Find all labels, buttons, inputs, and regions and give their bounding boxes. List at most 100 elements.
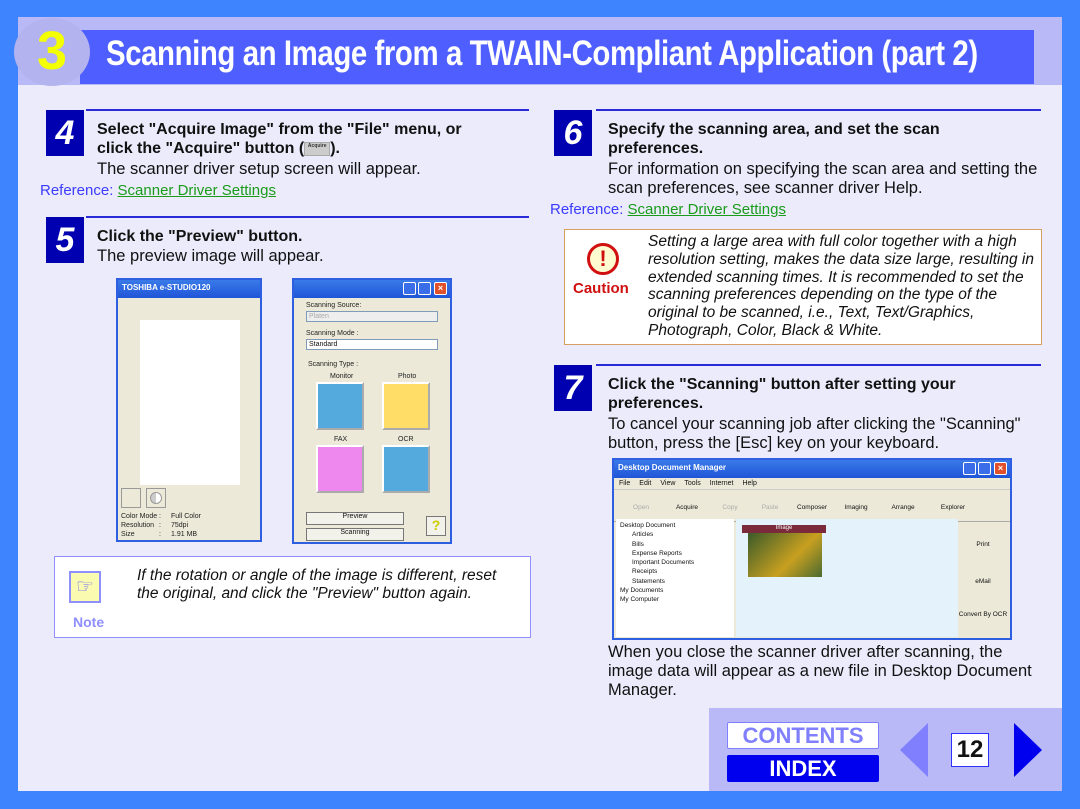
step-number: 7 [554,365,592,411]
toolbar-copy[interactable]: Copy [710,504,750,519]
tree-item[interactable]: Important Documents [620,558,730,567]
menu-view[interactable]: View [660,480,675,487]
toolbar: Open Acquire Copy Paste Composer Imaging… [614,490,1010,522]
email-button[interactable]: eMail [958,578,1008,585]
image-thumbnail-label: Image [742,525,826,533]
preview-area [140,320,240,485]
divider [596,109,1041,111]
type-label: Scanning Type : [308,361,359,368]
tree-item[interactable]: My Computer [620,595,730,604]
heading-text: ). [330,140,340,157]
toolbar-composer[interactable]: Composer [790,504,834,519]
toolbar-imaging[interactable]: Imaging [834,504,878,519]
divider [596,364,1041,366]
toolbar-explorer[interactable]: Explorer [928,504,978,519]
menu-bar: File Edit View Tools Internet Help [614,478,1010,490]
photo-type-button[interactable] [382,382,430,430]
ocr-button[interactable]: Convert By OCR [958,611,1008,618]
title-arrow [1034,17,1058,85]
ocr-type-button[interactable] [382,445,430,493]
step-heading: Specify the scanning area, and set the s… [608,121,940,157]
ref-label: Reference: [550,201,624,218]
info-row: Size:1.91 MB [121,531,198,538]
monitor-type-button[interactable] [316,382,364,430]
info-row: Color Mode: Full Color [121,513,201,520]
maximize-button[interactable] [978,462,991,475]
info-row: Resolution:75dpi [121,522,189,529]
next-page-arrow-icon[interactable] [1014,723,1042,777]
tree-item[interactable]: My Documents [620,586,730,595]
window-title: Desktop Document Manager [618,463,727,472]
info-table: Color Mode: Full Color Resolution:75dpi S… [121,512,201,539]
reference: Reference: Scanner Driver Settings [550,201,786,218]
toolbar-acquire[interactable]: Acquire [664,504,710,519]
step-body: The preview image will appear. [97,247,324,265]
document-area: Image [736,519,958,637]
toolbar-arrange[interactable]: Arrange [878,504,928,519]
step-heading: Click the "Preview" button. [97,228,303,245]
reference: Reference: Scanner Driver Settings [40,182,276,199]
pointing-hand-icon: ☞ [69,571,101,603]
ref-label: Reference: [40,182,114,199]
menu-internet[interactable]: Internet [710,480,734,487]
menu-edit[interactable]: Edit [639,480,651,487]
type-label-photo: Photo [398,373,417,380]
menu-tools[interactable]: Tools [684,480,700,487]
menu-help[interactable]: Help [742,480,756,487]
previous-page-arrow-icon[interactable] [900,723,928,777]
source-label: Scanning Source: [306,302,362,309]
note-box: ☞ Note If the rotation or angle of the i… [54,556,531,638]
contrast-icon [150,492,162,504]
navigation-bar: CONTENTS INDEX 12 [709,708,1062,791]
type-label-monitor: Monitor [330,373,354,380]
type-label-fax: FAX [334,436,348,443]
chapter-number: 3 [14,18,90,86]
tree-item[interactable]: Desktop Document [620,521,730,530]
tree-item[interactable]: Bills [620,540,730,549]
ref-link[interactable]: Scanner Driver Settings [118,182,276,199]
step-number: 6 [554,110,592,156]
heading-line: Select "Acquire Image" from the "File" m… [97,121,462,138]
page-title: Scanning an Image from a TWAIN-Compliant… [106,34,978,73]
divider [86,109,529,111]
tree-item[interactable]: Articles [620,530,730,539]
note-label: Note [73,614,105,630]
scanning-button[interactable]: Scanning [306,528,404,541]
minimize-button[interactable] [963,462,976,475]
heading-line: click the "Acquire" button (Acquire). [97,139,527,158]
toolbar-open[interactable]: Open [618,504,664,519]
caution-box: ! Caution Setting a large area with full… [564,229,1042,345]
print-button[interactable]: Print [958,541,1008,548]
index-button[interactable]: INDEX [727,755,879,782]
step-body: To cancel your scanning job after clicki… [608,415,1021,452]
ref-link[interactable]: Scanner Driver Settings [628,201,786,218]
side-panel: Print eMail Convert By OCR [958,519,1008,618]
preview-button[interactable]: Preview [306,512,404,525]
window-titlebar: × [294,280,450,298]
tree-item[interactable]: Statements [620,577,730,586]
window-title: TOSHIBA e-STUDIO120 [118,280,260,298]
image-thumbnail[interactable] [748,533,822,577]
menu-file[interactable]: File [619,480,630,487]
tree-item[interactable]: Expense Reports [620,549,730,558]
step-heading: Select "Acquire Image" from the "File" m… [97,120,527,158]
help-button[interactable]: ? [426,516,446,536]
mode-label: Scanning Mode : [306,330,359,337]
toolbar-paste[interactable]: Paste [750,504,790,519]
contents-button[interactable]: CONTENTS [727,722,879,749]
source-select[interactable]: Platen [306,311,438,322]
fax-type-button[interactable] [316,445,364,493]
caution-label: Caution [573,280,629,297]
zoom-button[interactable] [121,488,141,508]
close-button[interactable]: × [994,462,1007,475]
close-button[interactable]: × [434,282,447,295]
minimize-button[interactable] [403,282,416,295]
tree-item[interactable]: Receipts [620,567,730,576]
desktop-document-manager-window: Desktop Document Manager × File Edit View T… [612,458,1012,640]
step-number: 5 [46,217,84,263]
heading-text: click the "Acquire" button ( [97,140,305,157]
mode-select[interactable]: Standard [306,339,438,350]
preview-window: TOSHIBA e-STUDIO120 Color Mode: Full Colo… [116,278,262,542]
contrast-button[interactable] [146,488,166,508]
maximize-button[interactable] [418,282,431,295]
